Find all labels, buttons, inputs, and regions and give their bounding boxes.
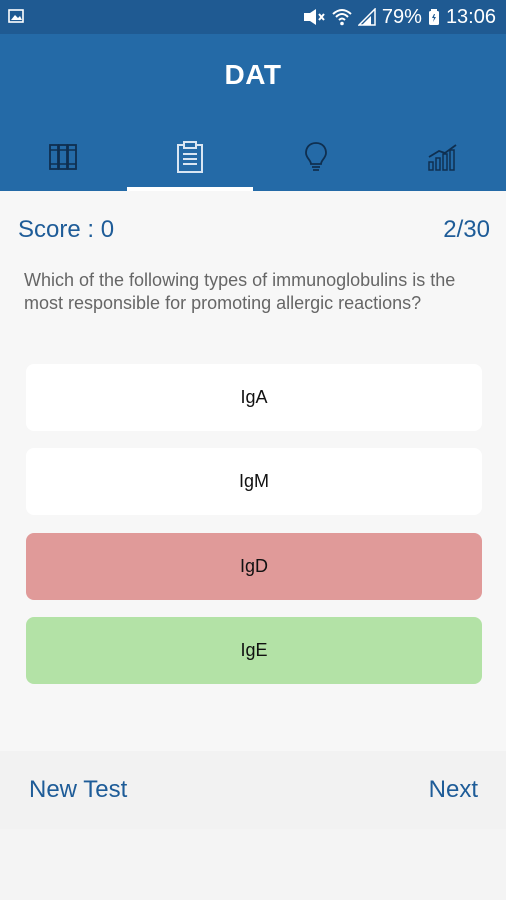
mute-icon <box>303 9 325 25</box>
answer-option-b[interactable]: IgM <box>26 448 482 515</box>
signal-icon <box>357 8 376 26</box>
answer-label: IgD <box>239 556 268 576</box>
battery-percent: 79% <box>381 6 422 28</box>
tab-library[interactable] <box>0 122 127 191</box>
image-icon <box>8 9 24 23</box>
next-button[interactable]: Next <box>429 776 478 804</box>
tab-stats[interactable] <box>380 122 506 191</box>
book-icon <box>49 143 78 170</box>
question-progress: 2/30 <box>443 216 490 243</box>
quiz-panel: Score : 0 2/30 Which of the following ty… <box>0 191 506 751</box>
quiz-footer: New Test Next <box>0 751 506 829</box>
wifi-icon <box>332 9 352 26</box>
answer-label: IgA <box>240 387 268 407</box>
answer-option-d[interactable]: IgE <box>26 617 482 684</box>
chart-icon <box>428 143 457 171</box>
lightbulb-icon <box>305 141 328 171</box>
tab-quiz[interactable] <box>126 122 254 191</box>
answer-label: IgM <box>238 471 269 491</box>
answer-label: IgE <box>240 640 268 660</box>
answer-option-a[interactable]: IgA <box>26 364 482 431</box>
clipboard-icon <box>176 140 203 173</box>
question-text: Which of the following types of immunogl… <box>24 270 456 313</box>
tab-bar <box>0 122 506 191</box>
answer-option-c[interactable]: IgD <box>26 533 482 600</box>
app-header: DAT <box>0 34 506 191</box>
clock: 13:06 <box>445 6 496 28</box>
status-indicators: 79% 13:06 <box>302 6 496 28</box>
battery-icon <box>428 9 439 25</box>
app-title: DAT <box>224 59 282 90</box>
tab-tips[interactable] <box>253 122 380 191</box>
score-label: Score : 0 <box>18 216 115 243</box>
bottom-area <box>0 829 506 900</box>
new-test-button[interactable]: New Test <box>29 776 127 804</box>
status-bar: 79% 13:06 <box>0 0 506 34</box>
